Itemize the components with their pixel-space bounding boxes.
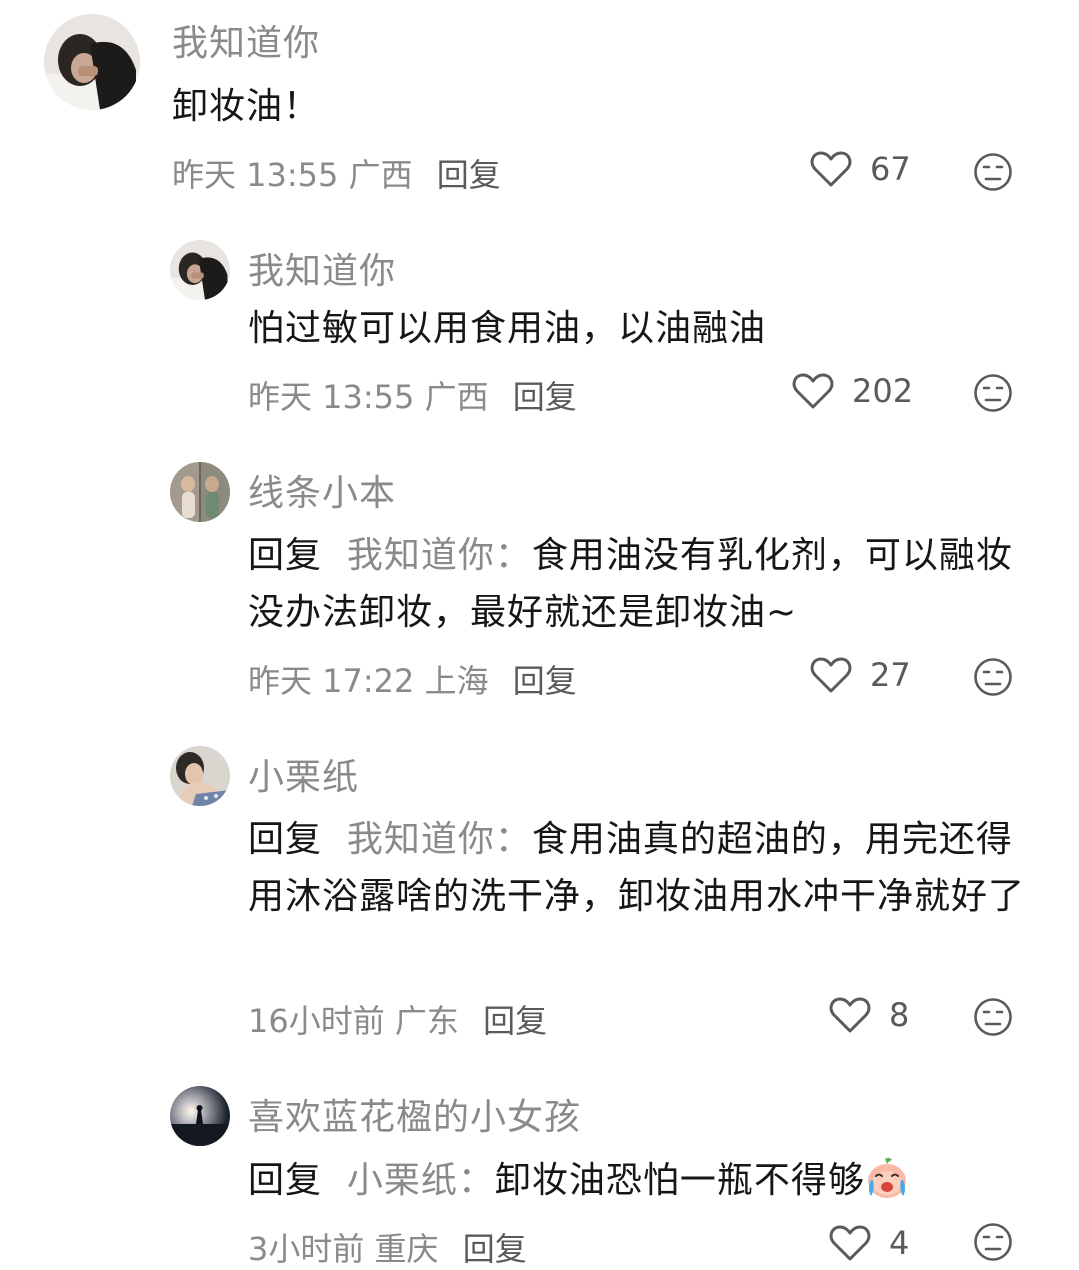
heart-outline-icon — [829, 997, 871, 1033]
comment-author[interactable]: 我知道你 — [248, 242, 396, 294]
reply-target[interactable]: 我知道你： — [347, 819, 532, 860]
comment-author[interactable]: 小栗纸 — [248, 748, 359, 800]
crying-face-emoji — [865, 1156, 909, 1200]
comment-text: 回复 我知道你：食用油没有乳化剂，可以融妆没办法卸妆，最好就还是卸妆油~ — [248, 527, 1038, 641]
dislike-button[interactable] — [973, 657, 1013, 697]
heart-outline-icon — [810, 657, 852, 693]
neutral-face-icon — [974, 658, 1012, 696]
comment-body: 怕过敏可以用食用油，以油融油 — [248, 308, 767, 349]
comment-time: 昨天 17:22 — [248, 662, 415, 700]
avatar[interactable] — [170, 240, 230, 300]
like-count: 4 — [889, 1224, 910, 1262]
neutral-face-icon — [974, 374, 1012, 412]
like-count: 8 — [889, 996, 910, 1034]
reply-target[interactable]: 我知道你： — [347, 535, 532, 576]
comment-time: 昨天 13:55 — [172, 156, 339, 194]
reply-button[interactable]: 回复 — [483, 1002, 547, 1040]
reply-prefix: 回复 — [248, 1160, 323, 1201]
comment-text: 怕过敏可以用食用油，以油融油 — [248, 300, 1028, 357]
like-count: 202 — [852, 372, 914, 410]
reply-button[interactable]: 回复 — [437, 156, 501, 194]
heart-outline-icon — [829, 1225, 871, 1261]
comment-time: 16小时前 — [248, 1002, 385, 1040]
heart-outline-icon — [792, 373, 834, 409]
neutral-face-icon — [974, 153, 1012, 191]
like-button[interactable]: 202 — [792, 372, 913, 410]
comment-text: 卸妆油！ — [172, 78, 1022, 135]
comment-location: 广西 — [348, 156, 413, 194]
avatar[interactable] — [170, 746, 230, 806]
comment-location: 重庆 — [374, 1230, 439, 1268]
comment-meta: 3小时前 重庆 回复 — [248, 1224, 527, 1270]
reply-button[interactable]: 回复 — [513, 662, 577, 700]
dislike-button[interactable] — [973, 373, 1013, 413]
comment-location: 广东 — [394, 1002, 459, 1040]
comment-time: 3小时前 — [248, 1230, 365, 1268]
dislike-button[interactable] — [973, 997, 1013, 1037]
comment-meta: 昨天 17:22 上海 回复 — [248, 656, 577, 702]
like-button[interactable]: 8 — [829, 996, 909, 1034]
comment-text: 回复 我知道你：食用油真的超油的，用完还得用沐浴露啥的洗干净，卸妆油用水冲干净就… — [248, 811, 1038, 925]
comment-meta: 16小时前 广东 回复 — [248, 996, 547, 1042]
avatar[interactable] — [170, 462, 230, 522]
like-count: 27 — [870, 656, 911, 694]
heart-outline-icon — [810, 151, 852, 187]
comment-body: 卸妆油！ — [172, 86, 321, 127]
reply-prefix: 回复 — [248, 535, 323, 576]
reply-button[interactable]: 回复 — [513, 378, 577, 416]
comment-body: 卸妆油恐怕一瓶不得够 — [494, 1160, 865, 1201]
comment-meta: 昨天 13:55 广西 回复 — [248, 372, 577, 418]
like-count: 67 — [870, 150, 911, 188]
comment-text: 回复 小栗纸：卸妆油恐怕一瓶不得够 — [248, 1152, 1038, 1209]
dislike-button[interactable] — [973, 1222, 1013, 1262]
comment-location: 上海 — [424, 662, 489, 700]
avatar[interactable] — [44, 14, 140, 110]
comment-author[interactable]: 我知道你 — [172, 14, 320, 66]
reply-target[interactable]: 小栗纸： — [347, 1160, 495, 1201]
like-button[interactable]: 67 — [810, 150, 911, 188]
neutral-face-icon — [974, 1223, 1012, 1261]
avatar[interactable] — [170, 1086, 230, 1146]
like-button[interactable]: 4 — [829, 1224, 909, 1262]
comment-location: 广西 — [424, 378, 489, 416]
comment-author[interactable]: 线条小本 — [248, 464, 396, 516]
neutral-face-icon — [974, 998, 1012, 1036]
comment-time: 昨天 13:55 — [248, 378, 415, 416]
comment-author[interactable]: 喜欢蓝花楹的小女孩 — [248, 1088, 581, 1140]
dislike-button[interactable] — [973, 152, 1013, 192]
comment-meta: 昨天 13:55 广西 回复 — [172, 150, 501, 196]
reply-prefix: 回复 — [248, 819, 323, 860]
like-button[interactable]: 27 — [810, 656, 911, 694]
reply-button[interactable]: 回复 — [463, 1230, 527, 1268]
